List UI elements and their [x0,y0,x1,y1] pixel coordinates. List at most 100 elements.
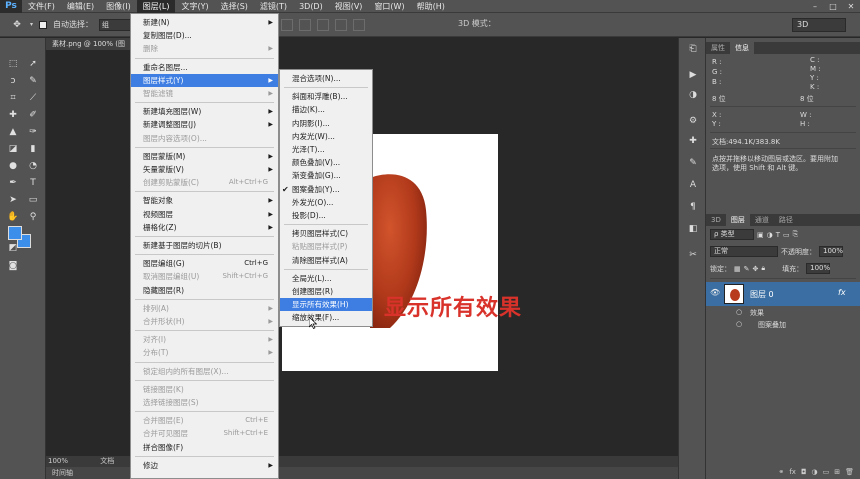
eye-icon[interactable]: 👁︎ [710,288,720,297]
style-menu-item-1[interactable]: 斜面和浮雕(B)... [280,90,372,103]
align-right-icon[interactable] [353,18,366,31]
opacity-input[interactable]: 100% [819,246,843,257]
brush-tool-icon[interactable]: ✐ [26,109,40,121]
style-menu-item-9[interactable]: 外发光(O)... [280,196,372,209]
blur-tool-icon[interactable]: ● [6,160,20,172]
filter-smart-icon[interactable]: ⎘ [793,230,799,239]
zoom-level[interactable]: 100% [48,457,68,465]
style-menu-item-4[interactable]: 内发光(W)... [280,130,372,143]
zoom-tool-icon[interactable]: ⚲ [26,211,40,223]
layers-tab-3[interactable]: 路径 [774,214,798,226]
menu-7[interactable]: 3D(D) [293,0,329,13]
menu-5[interactable]: 选择(S) [215,0,254,13]
style-menu-item-3[interactable]: 内阴影(I)... [280,117,372,130]
move-tool-icon[interactable]: ➚ [26,58,40,70]
quick-select-tool-icon[interactable]: ✎ [26,75,40,87]
style-menu-item-11[interactable]: 拷贝图层样式(C) [280,227,372,240]
align-bottom-icon[interactable] [299,18,312,31]
style-menu-item-6[interactable]: 颜色叠加(V)... [280,156,372,169]
menu-8[interactable]: 视图(V) [329,0,369,13]
layer-menu-item-28[interactable]: 拼合图像(F) [131,441,278,454]
auto-select-checkbox[interactable] [39,20,48,29]
style-menu-item-5[interactable]: 光泽(T)... [280,143,372,156]
info-tab-0[interactable]: 属性 [706,42,730,54]
info-tab-1[interactable]: 信息 [730,42,754,54]
layer-menu-item-3[interactable]: 重命名图层... [131,61,278,74]
glyph-icon[interactable]: ◧ [686,224,700,236]
foreground-color-swatch[interactable] [8,226,22,240]
layer-menu-item-6[interactable]: 新建填充图层(W) ▶ [131,105,278,118]
link-icon[interactable]: ⚭ [778,468,784,479]
lock-move-icon[interactable]: ✥ [753,265,759,273]
style-menu-item-17[interactable]: 缩放效果(F)... [280,311,372,324]
layer-row-layer0[interactable]: 👁︎ 图层 0 fx [706,282,860,306]
style-menu-item-16[interactable]: 显示所有效果(H) [280,298,372,312]
layer-menu-item-16[interactable]: 图层编组(G) Ctrl+G [131,257,278,270]
layer-menu-item-7[interactable]: 新建调整图层(J) ▶ [131,118,278,131]
layer-effects-row[interactable]: ○ 效果 [706,306,860,318]
add-mask-icon[interactable]: ◘ [801,468,807,479]
brush-presets-icon[interactable]: ✎ [686,158,700,170]
filter-pixel-icon[interactable]: ▣ [757,231,764,239]
style-menu-item-13[interactable]: 清除图层样式(A) [280,254,372,267]
pattern-overlay-effect-row[interactable]: ○ 图案叠加 [706,318,860,330]
workspace-select[interactable]: 3D [792,18,846,32]
color-icon[interactable]: ◑ [686,90,700,102]
group-icon[interactable]: ▭ [823,468,830,479]
history-icon[interactable]: ⎗ [686,44,700,56]
layers-tab-0[interactable]: 3D [706,214,726,226]
quick-mask-icon[interactable]: ◙ [6,260,20,272]
adjustment-icon[interactable]: ⚙ [686,116,700,128]
layer-menu-item-14[interactable]: 栅格化(Z) ▶ [131,221,278,234]
layer-menu-item-12[interactable]: 智能对象 ▶ [131,194,278,207]
layers-tab-2[interactable]: 通道 [750,214,774,226]
style-menu-item-7[interactable]: 渐变叠加(G)... [280,169,372,182]
paragraph-icon[interactable]: ¶ [686,202,700,214]
effects-eye-icon[interactable]: ○ [736,308,742,316]
layer-menu-item-4[interactable]: 图层样式(Y) ▶ [131,73,278,87]
fx-icon[interactable]: fx [838,288,846,297]
align-middle-icon[interactable] [281,18,294,31]
layer-menu-item-1[interactable]: 复制图层(D)... [131,29,278,42]
filter-type-icon[interactable]: T [776,231,780,239]
lasso-tool-icon[interactable]: ↄ [6,75,20,87]
style-menu-item-14[interactable]: 全局光(L)... [280,272,372,285]
menu-0[interactable]: 文件(F) [22,0,61,13]
style-menu-item-8[interactable]: 图案叠加(Y)... ✔ [280,183,372,196]
hand-tool-icon[interactable]: ✋ [6,211,20,223]
marquee-tool-icon[interactable]: ⬚ [6,58,20,70]
shape-tool-icon[interactable]: ▭ [26,194,40,206]
type-tool-icon[interactable]: T [26,177,40,189]
layer-menu-item-10[interactable]: 矢量蒙版(V) ▶ [131,163,278,176]
align-left-icon[interactable] [317,18,330,31]
path-select-tool-icon[interactable]: ➤ [6,194,20,206]
character-icon[interactable]: A [686,180,700,192]
lock-all-icon[interactable]: 🔒︎ [761,264,765,273]
layer-menu-item-13[interactable]: 视频图层 ▶ [131,208,278,221]
healing-brush-tool-icon[interactable]: ✚ [6,109,20,121]
menu-2[interactable]: 图像(I) [100,0,137,13]
filter-shape-icon[interactable]: ▭ [783,231,790,239]
layer-name[interactable]: 图层 0 [750,289,774,300]
pattern-eye-icon[interactable]: ○ [736,320,742,328]
dodge-tool-icon[interactable]: ◔ [26,160,40,172]
clone-stamp-tool-icon[interactable]: ▲ [6,126,20,138]
pen-tool-icon[interactable]: ✒ [6,177,20,189]
align-center-icon[interactable] [335,18,348,31]
style-menu-item-15[interactable]: 创建图层(R) [280,285,372,298]
delete-icon[interactable]: 🗑︎ [845,468,854,479]
add-style-icon[interactable]: fx [789,468,796,479]
menu-10[interactable]: 帮助(H) [411,0,451,13]
history-brush-tool-icon[interactable]: ✑ [26,126,40,138]
crop-tool-icon[interactable]: ⌗ [6,92,20,104]
layer-menu-item-18[interactable]: 隐藏图层(R) [131,284,278,297]
move-tool-icon[interactable]: ✥ [10,19,24,31]
layer-menu-item-0[interactable]: 新建(N) ▶ [131,16,278,29]
blend-mode-select[interactable]: 正常 [710,246,778,257]
maximize-icon[interactable]: □ [824,0,842,13]
filter-adjust-icon[interactable]: ◑ [767,231,773,239]
lock-paint-icon[interactable]: ✎ [744,265,750,273]
style-menu-item-0[interactable]: 混合选项(N)... [280,72,372,85]
layer-menu-item-15[interactable]: 新建基于图层的切片(B) [131,239,278,252]
eyedropper-tool-icon[interactable]: ⟋ [26,92,40,104]
